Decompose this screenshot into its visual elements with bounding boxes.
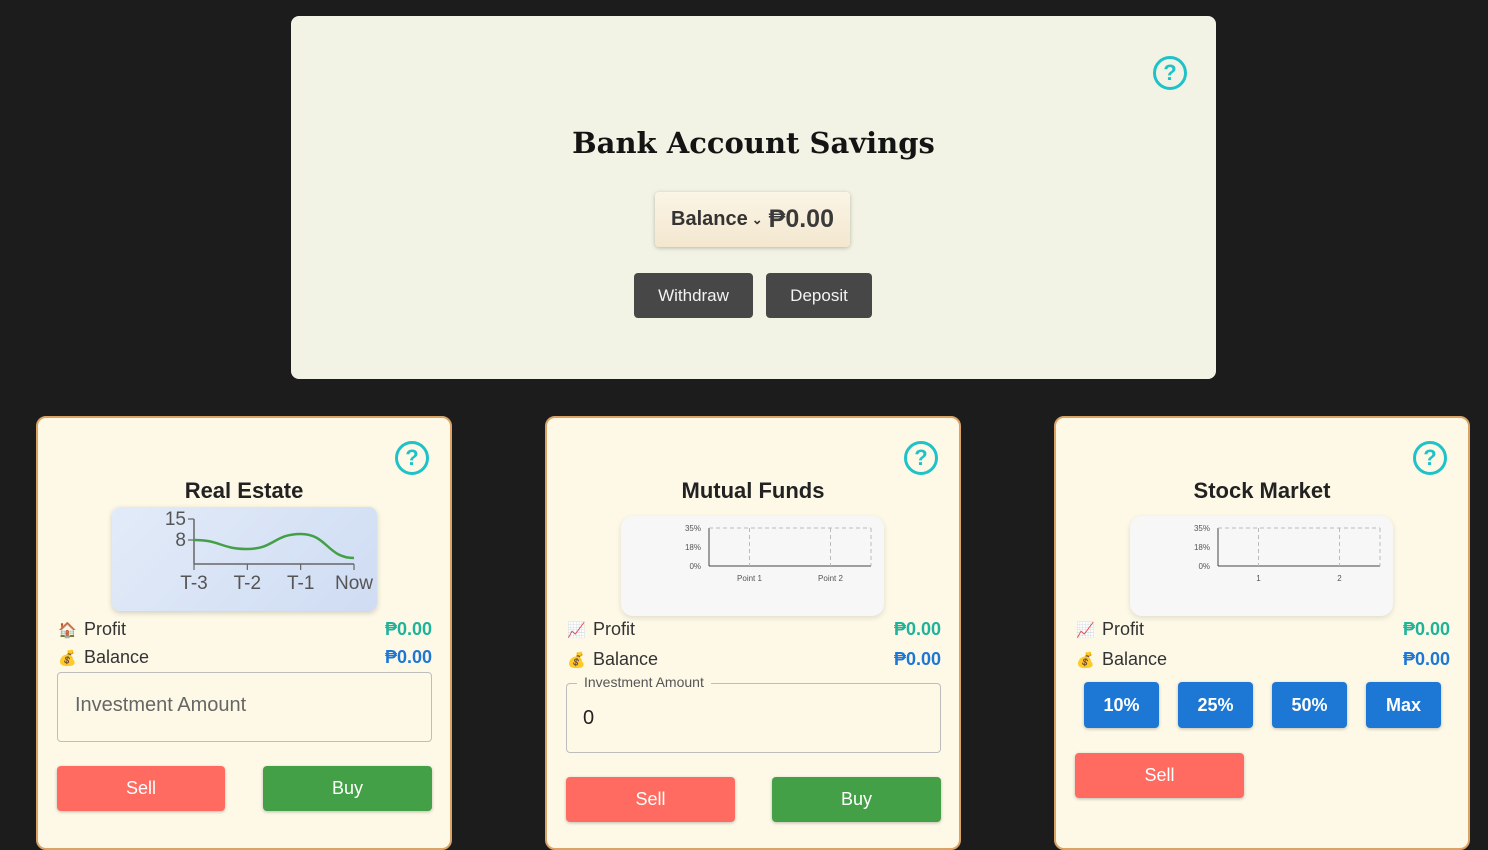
mutual-funds-chart-svg: 35% 18% 0% Point 1 Point 2 — [685, 524, 872, 583]
investment-amount-input[interactable]: Investment Amount — [57, 672, 432, 742]
balance-selector[interactable]: Balance ⌄ ₱0.00 — [655, 192, 850, 247]
x-tick-label: T-3 — [180, 573, 207, 594]
balance-value: ₱0.00 — [893, 649, 941, 669]
y-tick-label: 18% — [685, 543, 701, 552]
y-tick-label: 8 — [175, 530, 186, 551]
y-tick-label: 0% — [1198, 562, 1210, 571]
pct-25-button[interactable]: 25% — [1178, 682, 1253, 728]
x-tick-label: 2 — [1337, 574, 1342, 583]
x-tick-label: Point 1 — [737, 574, 762, 583]
balance-row: 💰 Balance ₱0.00 — [1076, 649, 1450, 670]
buy-button[interactable]: Buy — [263, 766, 432, 811]
profit-label: Profit — [84, 619, 127, 639]
card-title: Mutual Funds — [681, 478, 825, 503]
withdraw-button[interactable]: Withdraw — [634, 273, 753, 318]
balance-value: ₱0.00 — [384, 647, 432, 667]
stock-market-chart: 35% 18% 0% 1 2 — [1130, 516, 1393, 616]
balance-label: Balance — [593, 649, 659, 669]
sell-button[interactable]: Sell — [57, 766, 225, 811]
profit-value: ₱0.00 — [1402, 619, 1450, 639]
balance-row: 💰 Balance ₱0.00 — [567, 649, 941, 670]
investment-amount-value: 0 — [583, 707, 595, 729]
profit-label: Profit — [593, 619, 636, 639]
help-icon[interactable]: ? — [904, 441, 938, 475]
pct-50-button[interactable]: 50% — [1272, 682, 1347, 728]
data-series-line — [193, 532, 355, 560]
y-tick-label: 15 — [165, 509, 186, 530]
mutual-funds-card: ? Mutual Funds 35% 18% 0% Point 1 Point 2 📈 … — [545, 416, 961, 850]
pct-10-button[interactable]: 10% — [1084, 682, 1159, 728]
profit-value: ₱0.00 — [893, 619, 941, 639]
y-tick-label: 35% — [1194, 524, 1210, 533]
stock-market-card: ? Stock Market 35% 18% 0% 1 2 📈 Profit ₱0.00… — [1054, 416, 1470, 850]
x-tick-label: Now — [335, 573, 373, 594]
chart-increasing-icon: 📈 — [1076, 621, 1095, 639]
page-title: Bank Account Savings — [572, 126, 935, 160]
y-tick-label: 35% — [685, 524, 701, 533]
profit-row: 📈 Profit ₱0.00 — [567, 619, 941, 640]
investment-amount-input[interactable]: Investment Amount 0 — [566, 674, 941, 753]
profit-row: 🏠 Profit ₱0.00 — [58, 619, 432, 640]
y-tick-label: 18% — [1194, 543, 1210, 552]
card-title: Stock Market — [1193, 478, 1331, 503]
deposit-button[interactable]: Deposit — [766, 273, 872, 318]
real-estate-chart-svg: 158 T-3 T-2 T-1 Now — [165, 509, 373, 594]
stock-market-chart-svg: 35% 18% 0% 1 2 — [1194, 524, 1381, 583]
chart-increasing-icon: 📈 — [567, 621, 586, 639]
investment-amount-placeholder: Investment Amount — [75, 694, 247, 716]
balance-value: ₱0.00 — [1402, 649, 1450, 669]
real-estate-card: ? Real Estate 15 8 T-3 T-2 T-1 Now 🏠 Profit ₱… — [36, 416, 452, 850]
real-estate-chart: 15 8 T-3 T-2 T-1 Now — [112, 507, 377, 611]
card-title: Real Estate — [184, 478, 304, 503]
balance-label: Balance — [84, 647, 150, 667]
bank-account-card: ? Bank Account Savings Balance ⌄ ₱0.00 W… — [291, 16, 1216, 379]
money-bag-icon: 💰 — [58, 649, 77, 667]
buy-button[interactable]: Buy — [772, 777, 941, 822]
x-tick-label: Point 2 — [818, 574, 843, 583]
mutual-funds-chart: 35% 18% 0% Point 1 Point 2 — [621, 516, 884, 616]
house-icon: 🏠 — [58, 621, 77, 639]
x-tick-label: 1 — [1256, 574, 1261, 583]
balance-label: Balance — [1102, 649, 1168, 669]
x-tick-label: T-1 — [287, 573, 314, 594]
chevron-down-icon: ⌄ — [751, 211, 763, 227]
help-icon[interactable]: ? — [395, 441, 429, 475]
investment-amount-label: Investment Amount — [577, 674, 711, 690]
money-bag-icon: 💰 — [567, 651, 586, 669]
help-icon[interactable]: ? — [1153, 56, 1187, 90]
balance-row: 💰 Balance ₱0.00 — [58, 647, 432, 668]
sell-button[interactable]: Sell — [1075, 753, 1244, 798]
sell-button[interactable]: Sell — [566, 777, 735, 822]
profit-row: 📈 Profit ₱0.00 — [1076, 619, 1450, 640]
profit-label: Profit — [1102, 619, 1145, 639]
money-bag-icon: 💰 — [1076, 651, 1095, 669]
help-icon[interactable]: ? — [1413, 441, 1447, 475]
y-tick-label: 0% — [689, 562, 701, 571]
x-tick-label: T-2 — [234, 573, 261, 594]
balance-value: ₱0.00 — [768, 205, 834, 233]
pct-max-button[interactable]: Max — [1366, 682, 1441, 728]
profit-value: ₱0.00 — [384, 619, 432, 639]
balance-label: Balance — [671, 208, 748, 230]
